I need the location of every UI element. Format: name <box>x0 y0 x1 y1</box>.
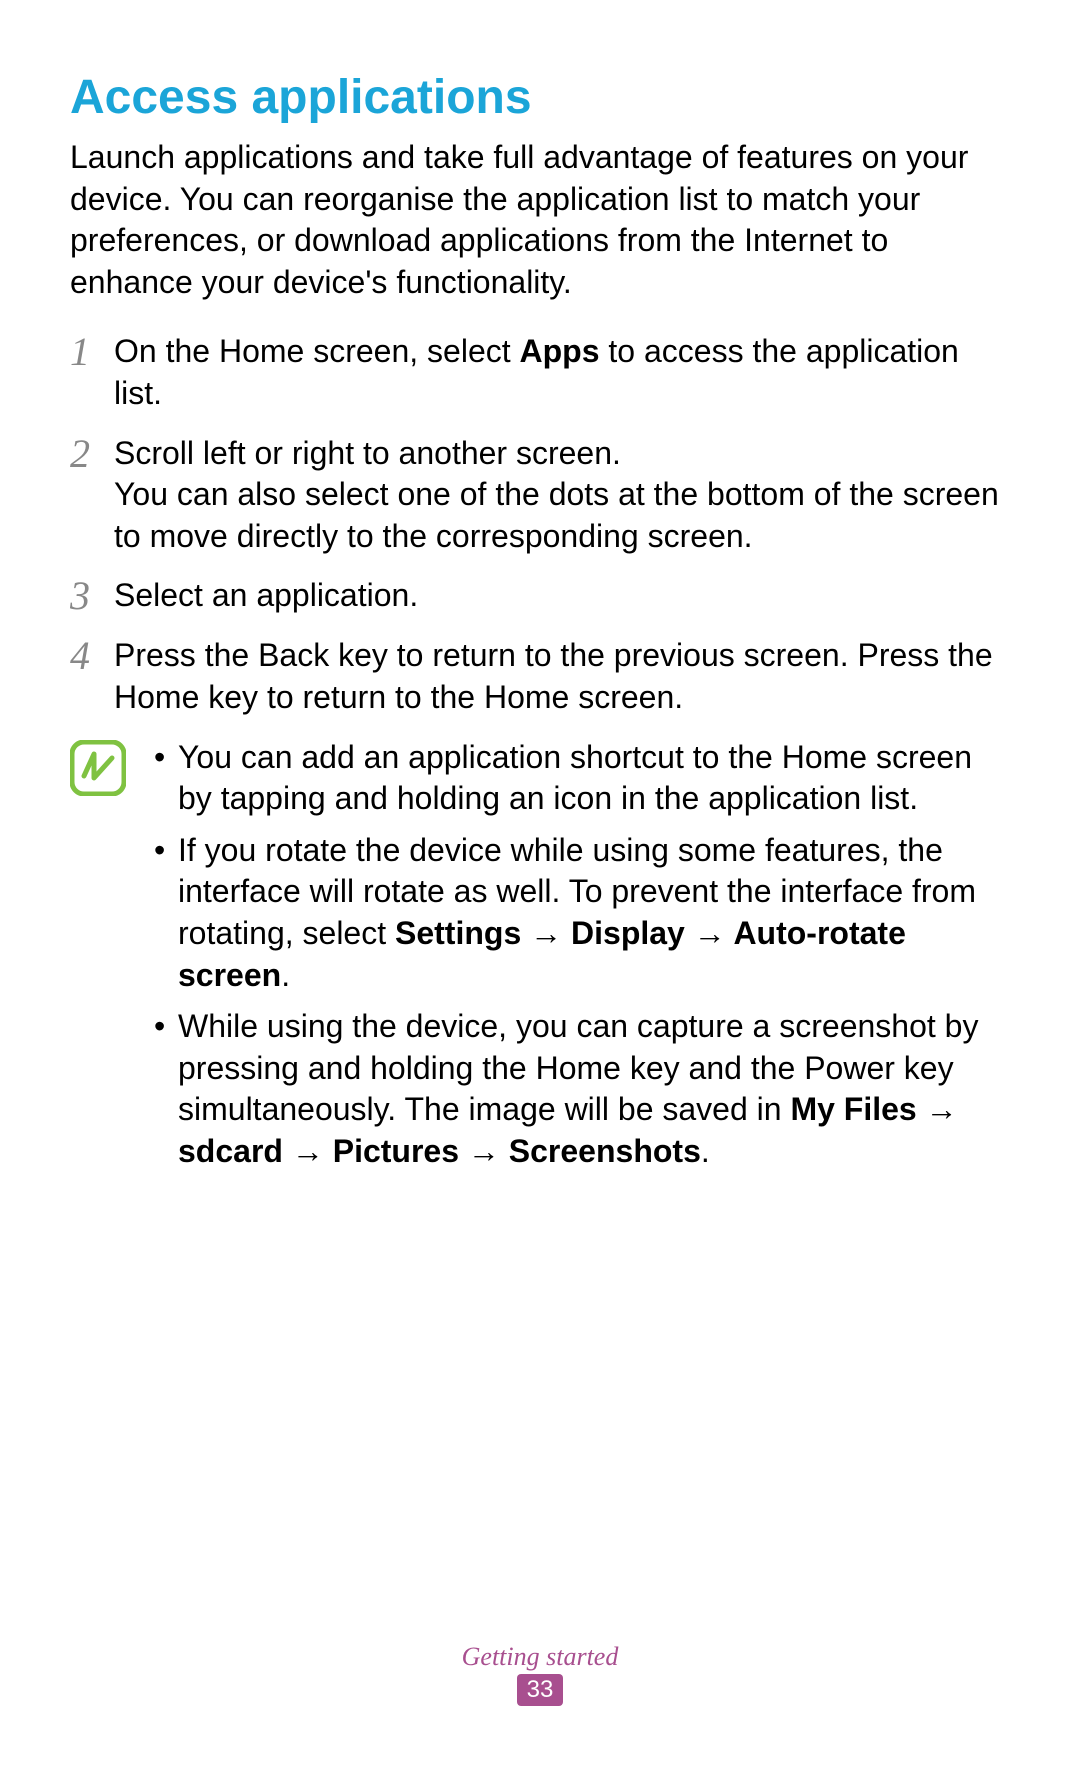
note-item: If you rotate the device while using som… <box>154 830 1010 996</box>
step-text: Scroll left or right to another screen.Y… <box>114 433 1010 558</box>
note-item: While using the device, you can capture … <box>154 1006 1010 1172</box>
page-number-badge: 33 <box>517 1674 564 1706</box>
step-text: Press the Back key to return to the prev… <box>114 635 1010 718</box>
step-number: 3 <box>70 575 114 617</box>
footer-section-label: Getting started <box>0 1642 1080 1672</box>
note-list: You can add an application shortcut to t… <box>154 737 1010 1183</box>
note-icon <box>70 740 126 796</box>
step-number: 4 <box>70 635 114 677</box>
step-text: Select an application. <box>114 575 1010 617</box>
section-heading: Access applications <box>70 70 1010 125</box>
note-block: You can add an application shortcut to t… <box>70 737 1010 1183</box>
step-3: 3 Select an application. <box>70 575 1010 617</box>
note-text-post: . <box>281 957 290 993</box>
step-number: 1 <box>70 331 114 373</box>
step-1: 1 On the Home screen, select Apps to acc… <box>70 331 1010 414</box>
page-footer: Getting started 33 <box>0 1642 1080 1706</box>
note-text-post: . <box>701 1133 710 1169</box>
note-item: You can add an application shortcut to t… <box>154 737 1010 820</box>
note-text: You can add an application shortcut to t… <box>178 739 972 817</box>
step-text-pre: On the Home screen, select <box>114 333 520 369</box>
intro-paragraph: Launch applications and take full advant… <box>70 137 1010 303</box>
step-number: 2 <box>70 433 114 475</box>
step-text: On the Home screen, select Apps to acces… <box>114 331 1010 414</box>
step-2: 2 Scroll left or right to another screen… <box>70 433 1010 558</box>
step-text-bold: Apps <box>520 333 600 369</box>
step-4: 4 Press the Back key to return to the pr… <box>70 635 1010 718</box>
